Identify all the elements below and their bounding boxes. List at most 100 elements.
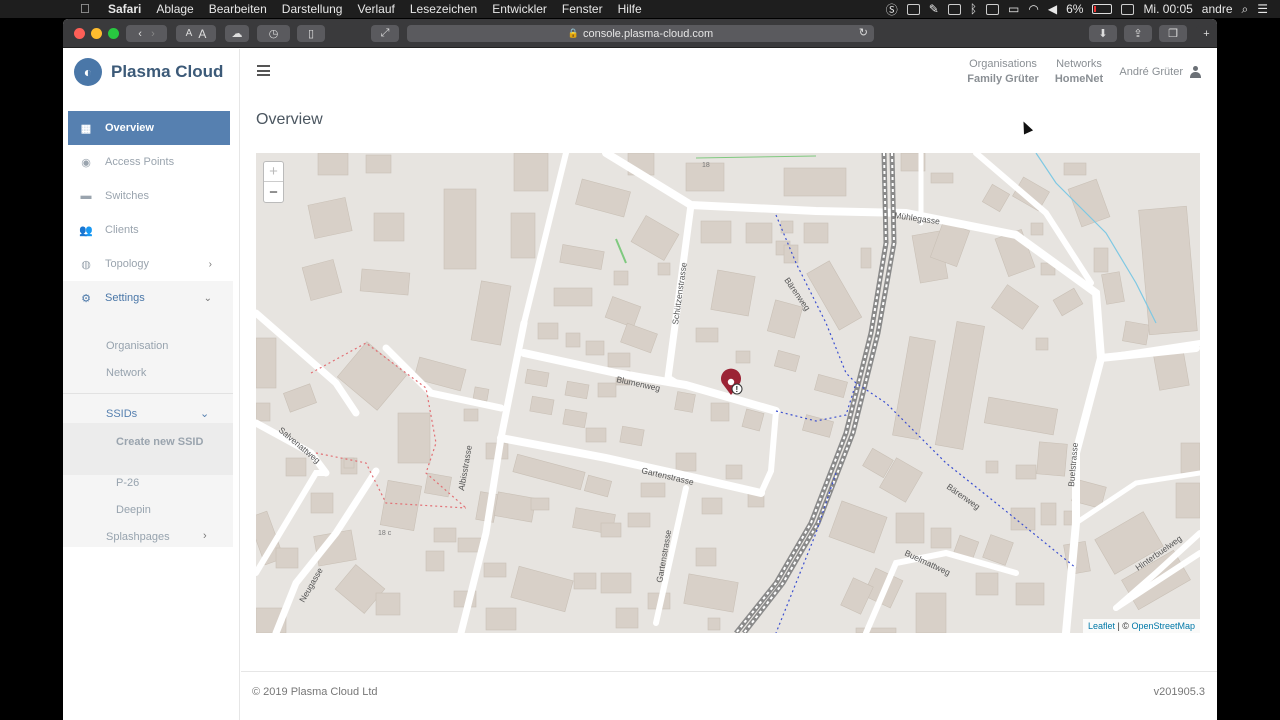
window-icon[interactable]	[947, 3, 961, 15]
submenu-splashpages[interactable]: Splashpages	[106, 531, 170, 543]
url-bar[interactable]: 🔒 console.plasma-cloud.com ↻	[407, 25, 874, 42]
fullscreen-button[interactable]: ⤢	[371, 25, 399, 42]
zoom-in-button[interactable]: +	[264, 162, 283, 182]
map[interactable]: Mühlegasse Schützenstrasse Bärenweg Blum…	[256, 153, 1200, 633]
new-tab-button[interactable]: +	[1196, 25, 1217, 42]
ssid-item-deepin[interactable]: Deepin	[116, 504, 151, 516]
battery-percent: 6%	[1066, 2, 1084, 16]
submenu-network[interactable]: Network	[106, 367, 146, 379]
menu-hilfe[interactable]: Hilfe	[618, 2, 642, 16]
tabs-icon: ❐	[1168, 28, 1178, 40]
chevron-down-icon: ⌄	[203, 292, 212, 304]
close-window-button[interactable]	[74, 28, 85, 39]
house-number: 18 c	[378, 530, 392, 537]
menu-darstellung[interactable]: Darstellung	[282, 2, 343, 16]
menu-verlauf[interactable]: Verlauf	[357, 2, 394, 16]
wifi-icon[interactable]: ◠	[1028, 2, 1038, 16]
sidebar-item-overview[interactable]: ▦ Overview	[68, 111, 230, 145]
sidebar-item-clients[interactable]: 👥 Clients	[68, 213, 230, 247]
apple-icon[interactable]: 	[80, 1, 90, 16]
share-icon: ⇪	[1133, 28, 1143, 40]
sidebar-item-settings[interactable]: ⚙ Settings ⌄	[68, 281, 230, 315]
divider	[63, 393, 233, 394]
sidebar: ◐ Plasma Cloud ▦ Overview ◉ Access Point…	[63, 49, 240, 720]
clock[interactable]: Mi. 00:05	[1143, 2, 1192, 16]
user-menu[interactable]: André Grüter	[1119, 66, 1201, 78]
url-text: console.plasma-cloud.com	[582, 27, 714, 40]
clock-icon: ◷	[268, 28, 279, 40]
sidebar-item-access-points[interactable]: ◉ Access Points	[68, 145, 230, 179]
house-number: 18	[702, 162, 710, 169]
reader-text-size-buttons[interactable]: A A	[176, 25, 216, 42]
reload-icon[interactable]: ↻	[859, 26, 868, 39]
submenu-organisation[interactable]: Organisation	[106, 340, 168, 352]
network-value: HomeNet	[1054, 73, 1104, 85]
chevron-right-icon: ›	[203, 530, 207, 542]
tabs-overview-button[interactable]: ❐	[1159, 25, 1187, 42]
sidebar-item-label: Access Points	[105, 156, 175, 168]
user-name: André Grüter	[1119, 66, 1183, 78]
table-icon: ▦	[80, 122, 92, 135]
copyright: © 2019 Plasma Cloud Ltd	[252, 686, 378, 698]
menu-entwickler[interactable]: Entwickler	[492, 2, 547, 16]
menu-fenster[interactable]: Fenster	[562, 2, 603, 16]
sidebar-item-label: Settings	[105, 292, 145, 304]
plus-icon: +	[1203, 27, 1210, 40]
bluetooth-icon[interactable]: ᛒ	[970, 2, 977, 16]
share-button[interactable]: ⇪	[1124, 25, 1152, 42]
sidebar-item-topology[interactable]: ◍ Topology ›	[68, 247, 230, 281]
icloud-tabs-button[interactable]: ☁	[225, 25, 249, 42]
create-ssid-link[interactable]: Create new SSID	[116, 436, 203, 448]
cloud-icon: ☁	[231, 28, 243, 40]
menu-safari[interactable]: Safari	[108, 2, 141, 16]
forward-icon[interactable]: ›	[151, 28, 155, 40]
organisation-value: Family Grüter	[967, 73, 1039, 85]
text-larger-button[interactable]: A	[198, 27, 206, 41]
organisations-label: Organisations	[969, 58, 1037, 70]
network-location-marker[interactable]: !	[721, 368, 743, 395]
volume-icon[interactable]: ◀	[1048, 2, 1057, 16]
expand-icon: ⤢	[380, 27, 390, 39]
brand[interactable]: ◐ Plasma Cloud	[74, 58, 223, 86]
sidebar-item-switches[interactable]: ▬ Switches	[68, 179, 230, 213]
keyboard-icon[interactable]	[986, 3, 1000, 15]
menu-lesezeichen[interactable]: Lesezeichen	[410, 2, 477, 16]
menubar-user[interactable]: andre	[1202, 2, 1233, 16]
history-button[interactable]: ◷	[257, 25, 290, 42]
minimize-window-button[interactable]	[91, 28, 102, 39]
street-label: Schützenstrasse	[670, 261, 689, 325]
lock-icon: 🔒	[567, 28, 579, 38]
back-forward-buttons[interactable]: ‹ ›	[126, 25, 167, 42]
leaflet-link[interactable]: Leaflet	[1088, 621, 1115, 631]
sidebar-item-label: Overview	[105, 122, 154, 134]
users-icon: 👥	[79, 224, 93, 237]
calendar-icon[interactable]	[1121, 3, 1135, 15]
openstreetmap-link[interactable]: OpenStreetMap	[1131, 621, 1195, 631]
notification-center-icon[interactable]: ☰	[1257, 2, 1268, 16]
battery-icon[interactable]	[1092, 4, 1113, 14]
sidebar-toggle-button[interactable]: ▯	[297, 25, 325, 42]
menu-bearbeiten[interactable]: Bearbeiten	[209, 2, 267, 16]
back-icon[interactable]: ‹	[138, 28, 142, 40]
page-title: Overview	[256, 111, 323, 128]
street-label: Albisstrasse	[456, 444, 474, 491]
downloads-button[interactable]: ⬇	[1089, 25, 1117, 42]
globe-icon: ◍	[81, 258, 91, 271]
hamburger-menu-icon[interactable]	[257, 65, 270, 76]
camera-icon[interactable]	[906, 3, 920, 15]
organisation-selector[interactable]: Organisations Family Grüter	[961, 58, 1045, 85]
submenu-ssids[interactable]: SSIDs	[106, 408, 137, 420]
text-smaller-button[interactable]: A	[186, 28, 193, 39]
ssid-item-p26[interactable]: P-26	[116, 477, 139, 489]
feather-icon[interactable]: ✎	[929, 2, 939, 16]
spotlight-icon[interactable]: ⌕	[1242, 2, 1249, 17]
zoom-out-button[interactable]: −	[264, 182, 283, 202]
menu-ablage[interactable]: Ablage	[156, 2, 193, 16]
switch-icon: ▬	[80, 190, 92, 202]
zoom-window-button[interactable]	[108, 28, 119, 39]
download-icon: ⬇	[1098, 28, 1108, 40]
airplay-icon[interactable]: ▭	[1008, 2, 1019, 16]
footer: © 2019 Plasma Cloud Ltd v201905.3	[241, 671, 1217, 720]
network-selector[interactable]: Networks HomeNet	[1049, 58, 1109, 85]
skype-icon[interactable]: Ⓢ	[886, 1, 898, 18]
